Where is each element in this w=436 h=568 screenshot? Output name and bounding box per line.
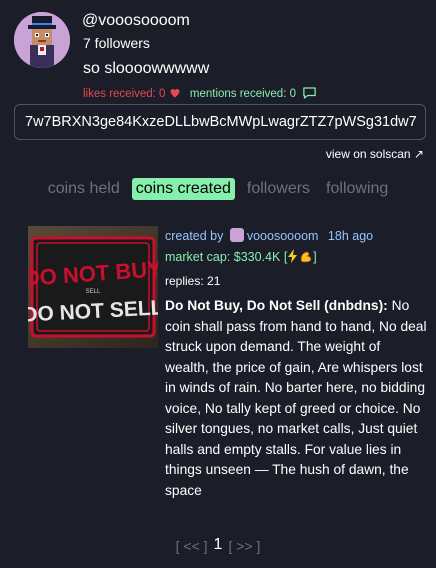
coin-description: Do Not Buy, Do Not Sell (dnbdns): No coi… xyxy=(165,296,427,501)
market-cap-end: ] xyxy=(313,250,317,264)
market-cap: market cap: $330.4K [] xyxy=(165,249,425,264)
mentions-received: mentions received: 0 xyxy=(189,88,296,100)
heart-icon xyxy=(169,87,181,102)
next-page-button[interactable]: [ >> ] xyxy=(228,538,260,554)
coin-description-text: No coin shall pass from hand to hand, No… xyxy=(165,298,427,498)
profile-bio: so sloooowwwww xyxy=(83,60,210,77)
coin-meta: created by vooosoooom 18h ago market cap… xyxy=(165,228,425,288)
flex-arm-icon xyxy=(299,250,313,264)
tab-followers[interactable]: followers xyxy=(243,178,314,200)
wallet-address: 7w7BRXN3ge84KxzeDLLbwBcMWpLwagrZTZ7pWSg3… xyxy=(25,114,417,130)
tab-coins-held[interactable]: coins held xyxy=(44,178,124,200)
tab-following[interactable]: following xyxy=(322,178,392,200)
creator-link[interactable]: vooosoooom xyxy=(247,229,319,243)
username: @vooosoooom xyxy=(82,12,190,29)
creator-avatar-icon xyxy=(229,228,244,242)
coin-image-small: SELL xyxy=(86,289,101,295)
profile-avatar xyxy=(14,12,70,68)
replies-count: replies: 21 xyxy=(165,274,221,288)
view-on-solscan-link[interactable]: view on solscan ↗ xyxy=(326,147,424,161)
created-by-label: created by xyxy=(165,229,224,243)
market-cap-value: market cap: $330.4K [ xyxy=(165,250,288,264)
tab-coins-created[interactable]: coins created xyxy=(131,178,235,200)
followers-count[interactable]: 7 followers xyxy=(83,35,150,51)
profile-tabs: coins held coins created followers follo… xyxy=(0,178,436,200)
prev-page-button[interactable]: [ << ] xyxy=(176,538,208,554)
coin-name: Do Not Buy, Do Not Sell (dnbdns): xyxy=(165,298,388,313)
profile-stats: likes received: 0 mentions received: 0 xyxy=(83,86,317,103)
pagination: [ << ] 1 [ >> ] xyxy=(0,536,436,554)
created-by: created by vooosoooom 18h ago xyxy=(165,228,425,243)
likes-received: likes received: 0 xyxy=(83,88,166,100)
current-page: 1 xyxy=(213,536,223,553)
coin-age: 18h ago xyxy=(327,229,374,243)
lightning-icon xyxy=(287,249,299,264)
coin-image[interactable]: DO NOT BUY SELL DO NOT SELL xyxy=(28,226,158,348)
pixel-avatar-icon xyxy=(14,12,70,68)
wallet-address-field[interactable]: 7w7BRXN3ge84KxzeDLLbwBcMWpLwagrZTZ7pWSg3… xyxy=(14,104,426,140)
chat-bubble-icon xyxy=(302,86,317,103)
